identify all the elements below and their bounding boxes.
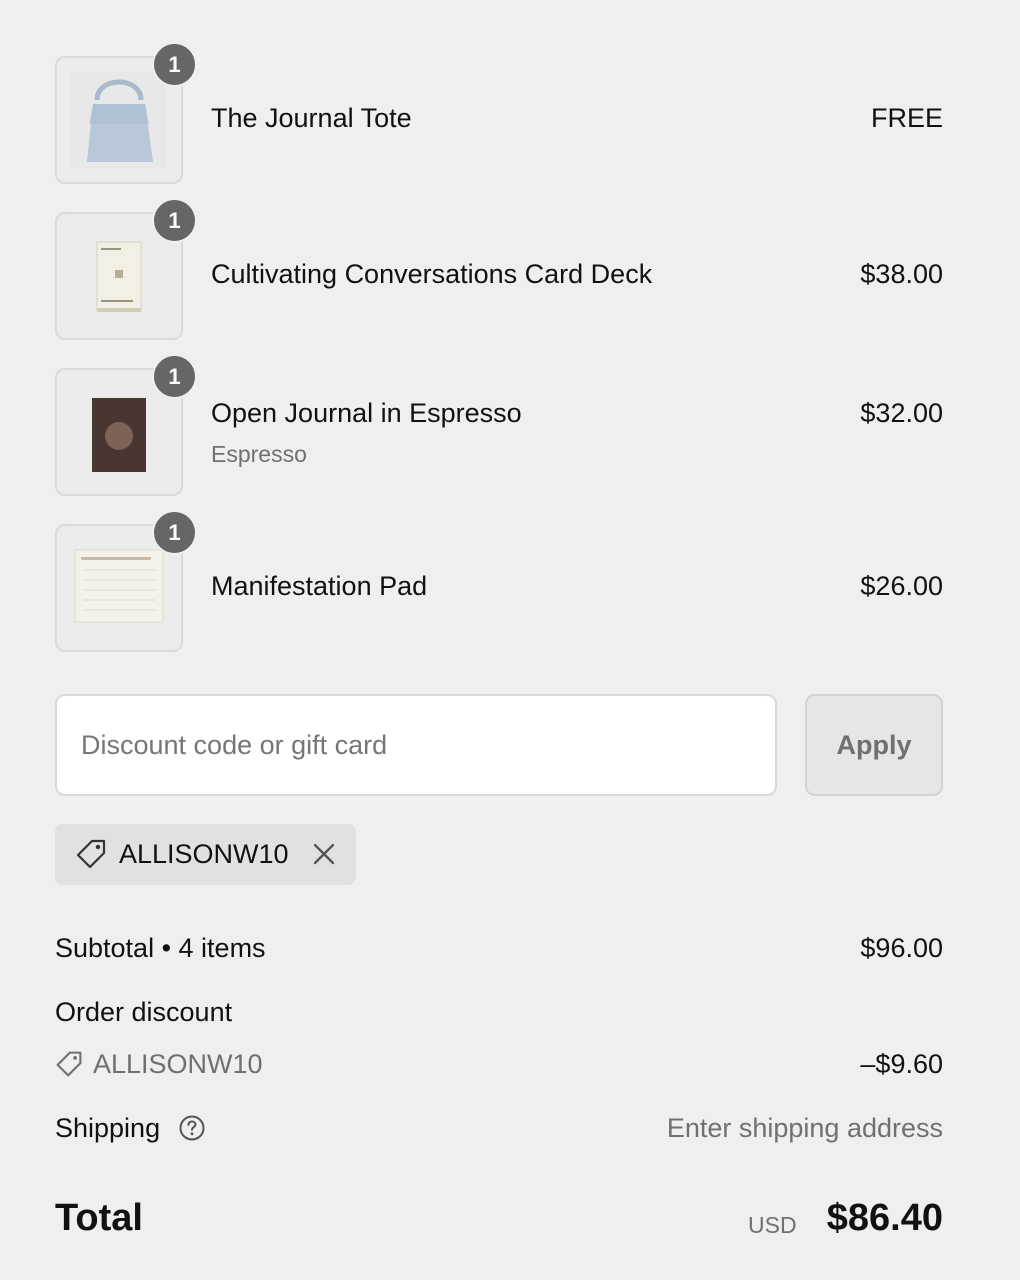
quantity-badge: 1 xyxy=(152,354,197,399)
subtotal-label: Subtotal • 4 items xyxy=(55,933,266,963)
discount-code-label: ALLISONW10 xyxy=(93,1049,263,1079)
order-discount-label: Order discount xyxy=(55,997,233,1027)
currency-label: USD xyxy=(748,1212,797,1238)
close-icon[interactable] xyxy=(311,841,337,872)
subtotal-value: $96.00 xyxy=(860,933,943,963)
item-name: The Journal Tote xyxy=(211,103,412,133)
item-variant: Espresso xyxy=(211,441,307,467)
line-item: 1 Manifestation Pad $26.00 xyxy=(55,510,943,652)
quantity-badge: 1 xyxy=(152,42,197,87)
applied-code-label: ALLISONW10 xyxy=(119,839,289,869)
total-value: $86.40 xyxy=(826,1197,943,1239)
line-item: 1 Open Journal in Espresso Espresso $32.… xyxy=(55,354,943,496)
item-price: $26.00 xyxy=(860,571,943,601)
line-item: 1 Cultivating Conversations Card Deck $3… xyxy=(55,198,943,340)
discount-value: –$9.60 xyxy=(860,1049,943,1079)
tag-icon xyxy=(55,1050,83,1083)
quantity-badge: 1 xyxy=(152,198,197,243)
help-icon[interactable] xyxy=(178,1114,206,1147)
shipping-label: Shipping xyxy=(55,1113,161,1143)
item-name: Open Journal in Espresso xyxy=(211,398,522,428)
applied-discount-chip: ALLISONW10 xyxy=(55,824,356,885)
discount-code-input[interactable] xyxy=(55,694,777,796)
line-item: 1 The Journal Tote FREE xyxy=(55,42,943,184)
tag-icon xyxy=(75,838,107,875)
shipping-value: Enter shipping address xyxy=(666,1113,943,1143)
item-price: $32.00 xyxy=(860,398,943,428)
item-name: Manifestation Pad xyxy=(211,571,428,601)
quantity-badge: 1 xyxy=(152,510,197,555)
item-price: $38.00 xyxy=(860,259,943,289)
total-label: Total xyxy=(55,1197,143,1239)
item-price: FREE xyxy=(870,103,943,133)
item-name: Cultivating Conversations Card Deck xyxy=(211,259,653,289)
apply-button[interactable]: Apply xyxy=(805,694,943,796)
